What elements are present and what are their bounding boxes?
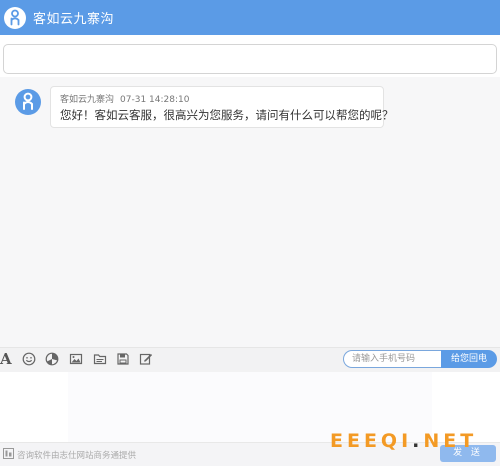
powered-by-text: 咨询软件由志仕网站商务通提供 [17,451,137,461]
message-time: 07-31 14:28:10 [120,95,190,105]
site-watermark: EEEQI.NET [330,430,477,452]
emoji-icon[interactable] [22,352,36,366]
watermark-brand: EEEQI [330,430,413,452]
app-icon [3,448,14,459]
brand-logo-icon [4,6,26,29]
message-sender: 客如云九寨沟 [60,95,115,105]
watermark-dot: . [412,430,424,452]
watermark-tld: NET [423,430,478,452]
notice-box [3,44,497,74]
font-icon[interactable]: A [0,350,14,368]
message-bubble: 客如云九寨沟 07-31 14:28:10 您好！客如云客服，很高兴为您服务，请问… [50,86,394,128]
callback-button[interactable]: 给您回电 [441,350,497,368]
folder-icon[interactable] [93,352,107,366]
edit-icon[interactable] [139,352,153,366]
message-meta: 客如云九寨沟 07-31 14:28:10 [60,92,195,105]
header-title: 客如云九寨沟 [33,12,115,27]
agent-avatar-icon [15,89,41,115]
phone-number-input[interactable] [343,350,441,368]
screenshot-icon[interactable] [45,352,59,366]
message-text: 您好！客如云客服，很高兴为您服务，请问有什么可以帮您的呢？ [60,108,394,122]
image-icon[interactable] [69,352,83,366]
save-icon[interactable] [116,352,130,366]
chat-header: 客如云九寨沟 [0,0,500,35]
